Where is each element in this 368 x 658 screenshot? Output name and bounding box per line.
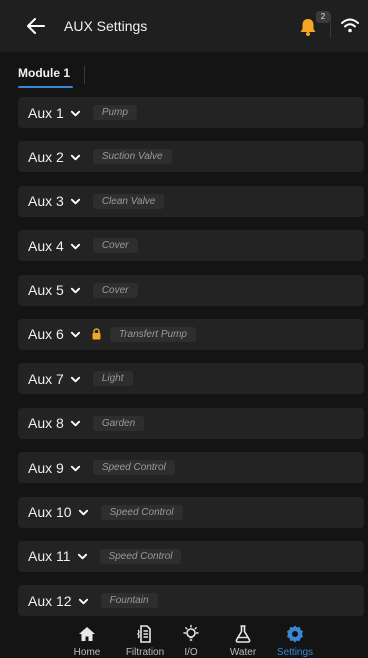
header-divider	[330, 14, 331, 38]
chevron-down-icon[interactable]	[78, 507, 89, 518]
bulb-icon	[183, 624, 199, 641]
aux-row[interactable]: Aux 12 Fountain	[18, 585, 364, 617]
nav-io[interactable]: I/O	[161, 624, 221, 658]
nav-label: Filtration	[125, 647, 165, 658]
aux-row[interactable]: Aux 5 Cover	[18, 274, 364, 306]
tab-divider	[84, 66, 85, 84]
notification-badge: 2	[316, 11, 330, 23]
chevron-down-icon[interactable]	[70, 329, 81, 340]
chevron-down-icon[interactable]	[70, 108, 81, 119]
chevron-down-icon[interactable]	[70, 418, 81, 429]
nav-label: I/O	[184, 647, 198, 658]
bottom-nav: Home Filtration I/O Water Settings	[0, 620, 368, 658]
chevron-down-icon[interactable]	[70, 241, 81, 252]
aux-row[interactable]: Aux 7 Light	[18, 363, 364, 395]
tab-module-1[interactable]: Module 1	[18, 66, 70, 80]
aux-function-badge: Transfert Pump	[109, 326, 196, 342]
back-button[interactable]	[18, 8, 54, 44]
aux-label: Aux 3	[28, 193, 64, 210]
aux-function-badge: Cover	[92, 282, 138, 298]
aux-row[interactable]: Aux 6 Transfert Pump	[18, 318, 364, 350]
aux-row[interactable]: Aux 11 Speed Control	[18, 540, 364, 572]
arrow-left-icon	[27, 18, 45, 34]
aux-function-badge: Pump	[92, 105, 137, 120]
filtration-icon	[137, 625, 151, 643]
aux-function-badge: Light	[92, 371, 133, 387]
aux-function-badge: Clean Valve	[92, 193, 165, 209]
aux-function-badge: Garden	[92, 415, 145, 431]
aux-label: Aux 7	[28, 370, 64, 387]
aux-label: Aux 2	[28, 148, 64, 165]
nav-label: Home	[73, 647, 101, 658]
aux-function-badge: Cover	[92, 238, 138, 254]
page-title: AUX Settings	[64, 18, 148, 34]
nav-label: Settings	[276, 647, 314, 658]
aux-function-badge: Speed Control	[92, 460, 175, 476]
home-icon	[79, 627, 95, 641]
aux-row[interactable]: Aux 4 Cover	[18, 230, 364, 262]
nav-label: Water	[229, 647, 257, 658]
aux-row[interactable]: Aux 2 Suction Valve	[18, 141, 364, 173]
lock-icon	[92, 328, 101, 340]
aux-function-badge: Fountain	[100, 593, 158, 609]
aux-function-badge: Speed Control	[100, 504, 183, 520]
nav-water[interactable]: Water	[213, 624, 273, 658]
gear-icon	[287, 625, 303, 643]
nav-settings[interactable]: Settings	[265, 624, 325, 658]
chevron-down-icon[interactable]	[70, 196, 81, 207]
aux-row[interactable]: Aux 3 Clean Valve	[18, 185, 364, 217]
aux-row[interactable]: Aux 1 Pump	[18, 97, 364, 128]
tab-active-indicator	[18, 86, 73, 88]
chevron-down-icon[interactable]	[78, 596, 89, 607]
chevron-down-icon[interactable]	[70, 374, 81, 385]
aux-row[interactable]: Aux 9 Speed Control	[18, 452, 364, 484]
aux-label: Aux 9	[28, 459, 64, 476]
aux-function-badge: Speed Control	[99, 548, 182, 564]
aux-label: Aux 4	[28, 237, 64, 254]
aux-row[interactable]: Aux 8 Garden	[18, 407, 364, 439]
aux-label: Aux 12	[28, 592, 72, 609]
aux-label: Aux 5	[28, 282, 64, 299]
aux-list: Aux 1 Pump Aux 2 Suction Valve Aux 3 Cle…	[18, 97, 364, 630]
aux-label: Aux 6	[28, 326, 64, 343]
aux-label: Aux 8	[28, 415, 64, 432]
aux-label: Aux 11	[28, 548, 71, 565]
wifi-icon	[341, 18, 359, 33]
chevron-down-icon[interactable]	[70, 463, 81, 474]
chevron-down-icon[interactable]	[70, 285, 81, 296]
flask-icon	[235, 625, 251, 643]
aux-function-badge: Suction Valve	[92, 149, 172, 165]
aux-label: Aux 10	[28, 504, 72, 521]
wifi-status[interactable]	[340, 16, 360, 34]
aux-row[interactable]: Aux 10 Speed Control	[18, 496, 364, 528]
chevron-down-icon[interactable]	[77, 551, 88, 562]
aux-label: Aux 1	[28, 104, 64, 121]
chevron-down-icon[interactable]	[70, 152, 81, 163]
nav-home[interactable]: Home	[57, 624, 117, 658]
